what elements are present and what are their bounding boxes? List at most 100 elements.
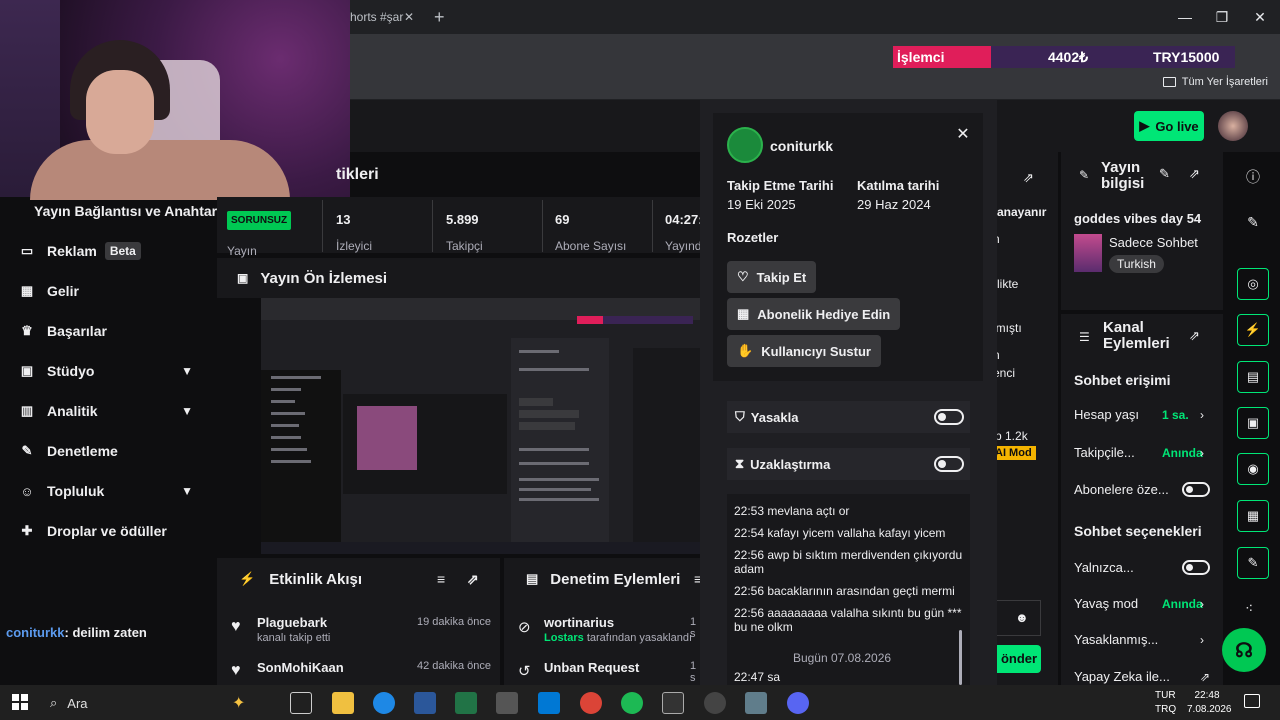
preview-overlay-amount [603,316,653,324]
layout-button[interactable]: ▦ [1237,500,1269,532]
send-button[interactable]: önder [997,645,1041,673]
banned-words-row[interactable]: Yasaklanmış... › [1074,632,1214,647]
sidebar-item-drops[interactable]: ✚ Droplar ve ödüller [0,511,215,551]
activity-user-name[interactable]: Plaguebark [257,615,327,630]
edge-icon[interactable] [373,692,395,714]
emoji-icon[interactable]: ☻ [1015,610,1029,625]
scrollbar[interactable] [959,630,962,685]
input-language[interactable]: TUR TRQ [1155,689,1176,717]
preview-line [519,498,599,501]
setting-label: Hesap yaşı [1074,407,1140,422]
user-card-name[interactable]: coniturkk [770,138,833,154]
maximize-icon[interactable]: ❐ [1210,6,1234,28]
moderation-header: ▤ Denetim Eylemleri ≡ [504,558,702,600]
task-view-icon[interactable] [290,692,312,714]
moderation-user-name[interactable]: Unban Request [544,660,639,675]
stream-preview[interactable] [261,298,700,554]
notification-icon[interactable] [1244,694,1260,708]
sidebar-item-label: Denetleme [47,443,118,459]
calculator-icon[interactable] [496,692,518,714]
edit-icon[interactable]: ✎ [1159,166,1170,182]
category-thumbnail[interactable] [1074,234,1102,272]
notes-button[interactable]: ▤ [1237,361,1269,393]
sidebar-item-achievements[interactable]: ♛ Başarılar [0,311,215,351]
gift-sub-label: Abonelik Hediye Edin [757,306,891,322]
subscribers-only-toggle[interactable] [1182,482,1210,497]
undo-icon: ↺ [518,663,531,680]
broadcast-button[interactable]: ◉ [1237,453,1269,485]
discord-icon[interactable] [787,692,809,714]
tab-close-icon[interactable]: ✕ [404,4,420,30]
activity-user-name[interactable]: SonMohiKaan [257,660,344,675]
sidebar-item-community[interactable]: ☺ Topluluk ▼ [0,471,215,511]
ai-moderation-row[interactable]: Yapay Zeka ile... ⇗ [1074,669,1214,684]
info-icon[interactable]: ⓘ [1245,167,1261,187]
emote-only-toggle[interactable] [1182,560,1210,575]
spotify-icon[interactable] [621,692,643,714]
sidebar-item-moderation[interactable]: ✎ Denetleme [0,431,215,471]
chat-button[interactable]: ▣ [1237,407,1269,439]
stream-tag[interactable]: Turkish [1109,255,1164,273]
chat-fragment: lmıştı [993,321,1022,335]
mute-user-button[interactable]: ✋ Kullanıcıyı Sustur [727,335,881,367]
shield-icon: ⛉ [735,409,745,424]
clip-button[interactable]: ◎ [1237,268,1269,300]
timeout-toggle[interactable] [934,456,964,472]
preview-user-card [511,338,609,554]
taskbar-search[interactable]: ⌕ Ara [38,688,258,718]
obs-icon[interactable] [704,692,726,714]
preview-line [271,424,299,427]
excel-icon[interactable] [455,692,477,714]
category-name[interactable]: Sadece Sohbet [1109,235,1198,250]
popout-icon[interactable]: ⇗ [1023,170,1034,186]
app-icon[interactable] [745,692,767,714]
popout-icon[interactable]: ⇗ [1189,328,1200,344]
ban-toggle[interactable] [934,409,964,425]
moderation-user-name[interactable]: wortinarius [544,615,614,630]
sidebar-item-revenue[interactable]: ▦ Gelir [0,271,215,311]
new-tab-button[interactable]: + [434,6,454,28]
status-badge: SORUNSUZ [227,211,292,230]
raid-button[interactable]: ⚡ [1237,314,1269,346]
word-icon[interactable] [414,692,436,714]
preview-line [519,350,559,353]
pencil-icon[interactable]: ✎ [1245,214,1261,231]
sidebar-item-analytics[interactable]: ▥ Analitik ▼ [0,391,215,431]
taskbar-clock[interactable]: 22:48 7.08.2026 [1187,689,1232,717]
stream-duration: 04:27: [665,212,703,227]
preview-line [519,462,589,465]
analytics-icon: ▥ [20,403,34,418]
profile-avatar[interactable] [1218,111,1248,141]
follow-button[interactable]: ♡ Takip Et [727,261,817,293]
filter-icon[interactable]: ≡ [437,571,445,587]
sidebar-item-stream-key[interactable]: Yayın Bağlantısı ve Anahtarı [34,203,221,219]
settings-button[interactable]: ✎ [1237,547,1269,579]
more-icon[interactable]: ⁖ [1245,600,1253,617]
file-explorer-icon[interactable] [332,692,354,714]
app-icon[interactable] [662,692,684,714]
sidebar-item-ads[interactable]: ▭ Reklam Beta [0,231,215,271]
go-live-button[interactable]: ▶ Go live [1134,111,1204,141]
headset-button[interactable]: ☊ [1222,628,1266,672]
followers-only-row[interactable]: Takipçile... Anında › [1074,445,1214,460]
follower-label: Takipçi [446,239,483,253]
chat-options-title: Sohbet seçenekleri [1074,523,1202,539]
all-bookmarks-folder[interactable]: Tüm Yer İşaretleri [1162,76,1268,88]
slow-mode-row[interactable]: Yavaş mod Anında › [1074,596,1214,611]
sidebar-item-studio[interactable]: ▣ Stüdyo ▼ [0,351,215,391]
close-icon[interactable]: ✕ [955,124,971,143]
moderator-name[interactable]: Lostars [544,632,584,644]
user-avatar[interactable] [727,127,763,163]
minimize-icon[interactable]: — [1173,6,1197,28]
popout-icon[interactable]: ⇗ [467,571,479,588]
gift-sub-button[interactable]: ▦ Abonelik Hediye Edin [727,298,901,330]
windows-start-icon[interactable] [12,694,28,710]
popout-icon[interactable]: ⇗ [1189,166,1200,182]
chat-input[interactable]: ☻ [997,600,1041,636]
close-window-icon[interactable]: ✕ [1248,6,1272,28]
account-age-row[interactable]: Hesap yaşı 1 sa. › [1074,407,1214,422]
sparkle-icon[interactable]: ✦ [232,693,245,713]
chat-overlay-message: coniturkk: deilim zaten [6,625,147,640]
chrome-icon[interactable] [580,692,602,714]
store-icon[interactable] [538,692,560,714]
